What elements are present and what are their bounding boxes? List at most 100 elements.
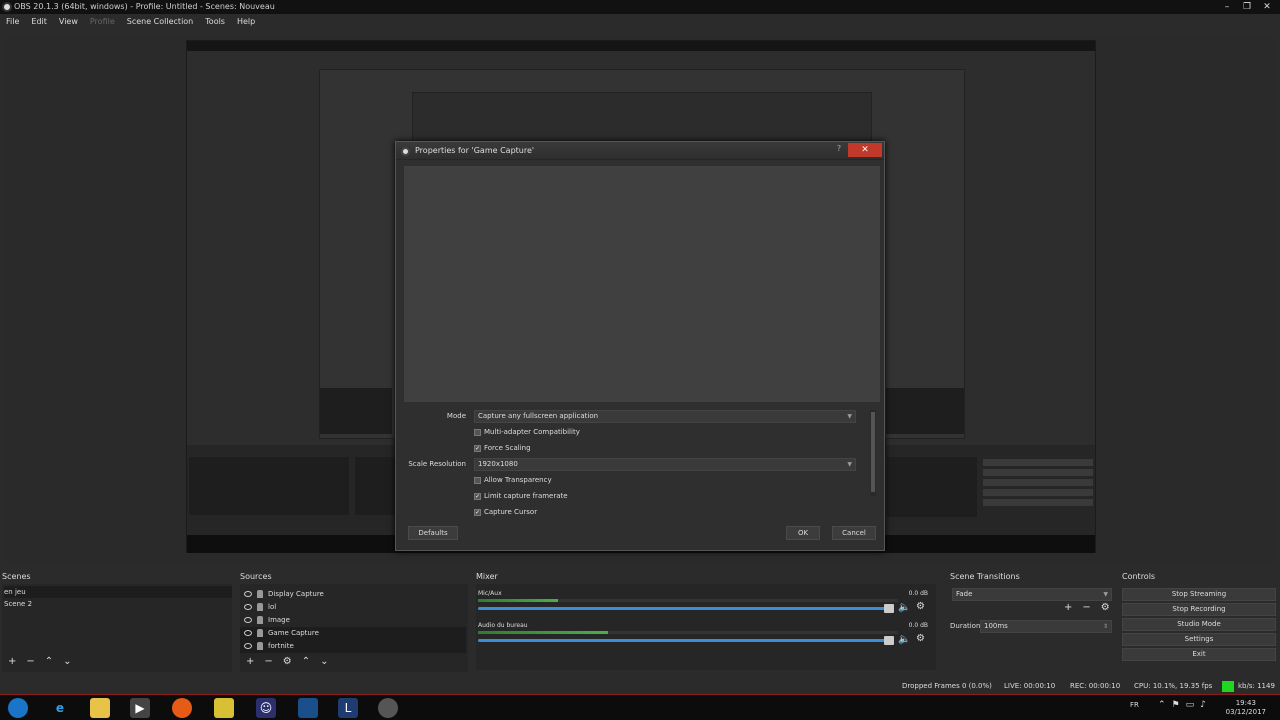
- maximize-button[interactable]: ❐: [1240, 0, 1254, 14]
- source-item-display-capture[interactable]: Display Capture: [240, 588, 466, 601]
- media-player-icon[interactable]: ▶: [130, 698, 150, 718]
- internet-explorer-icon[interactable]: e: [50, 698, 70, 718]
- menu-file[interactable]: File: [6, 14, 19, 30]
- discord-icon[interactable]: ☺: [256, 698, 276, 718]
- speaker-icon[interactable]: ♪: [1200, 700, 1206, 710]
- mode-label: Mode: [446, 412, 466, 420]
- move-down-icon[interactable]: ⌄: [320, 656, 328, 667]
- league-icon[interactable]: L: [338, 698, 358, 718]
- nested-title-bar: [187, 41, 1095, 51]
- exit-button[interactable]: Exit: [1122, 648, 1276, 661]
- firefox-icon[interactable]: [172, 698, 192, 718]
- properties-dialog: Properties for 'Game Capture' ? ✕ Mode C…: [395, 141, 885, 551]
- cpu-fps: CPU: 10.1%, 19.35 fps: [1134, 682, 1213, 690]
- gear-icon[interactable]: ⚙: [1101, 602, 1110, 613]
- capture-cursor-checkbox[interactable]: ✓ Capture Cursor: [474, 506, 537, 519]
- network-icon[interactable]: ▭: [1186, 700, 1195, 710]
- file-explorer-icon[interactable]: [90, 698, 110, 718]
- menu-tools[interactable]: Tools: [205, 14, 225, 30]
- source-item-image[interactable]: Image: [240, 614, 466, 627]
- menu-help[interactable]: Help: [237, 14, 255, 30]
- lock-icon[interactable]: [257, 629, 263, 637]
- ok-button[interactable]: OK: [786, 526, 820, 540]
- lock-icon[interactable]: [257, 616, 263, 624]
- eye-icon[interactable]: [244, 617, 252, 623]
- minimize-button[interactable]: –: [1220, 0, 1234, 14]
- transition-value: Fade: [956, 590, 973, 598]
- nested-btn-settings: [983, 489, 1093, 496]
- duration-spinbox[interactable]: 100ms ⇕: [980, 620, 1112, 633]
- move-up-icon[interactable]: ⌃: [302, 656, 310, 667]
- defaults-button[interactable]: Defaults: [408, 526, 458, 540]
- cancel-button[interactable]: Cancel: [832, 526, 876, 540]
- language-indicator[interactable]: FR: [1130, 701, 1139, 709]
- remove-icon[interactable]: −: [264, 656, 272, 667]
- nested-scenes-list: [189, 457, 349, 515]
- remove-icon[interactable]: −: [26, 656, 34, 667]
- source-item-lol[interactable]: lol: [240, 601, 466, 614]
- flag-icon[interactable]: ⚑: [1172, 700, 1180, 710]
- lock-icon[interactable]: [257, 642, 263, 650]
- close-button[interactable]: ✕: [1260, 0, 1274, 14]
- clock[interactable]: 19:43 03/12/2017: [1226, 699, 1266, 717]
- move-up-icon[interactable]: ⌃: [45, 656, 53, 667]
- chevron-up-icon[interactable]: ⌃: [1158, 700, 1166, 710]
- game-launcher-icon[interactable]: [298, 698, 318, 718]
- add-icon[interactable]: +: [246, 656, 254, 667]
- force-scaling-label: Force Scaling: [484, 444, 531, 452]
- nested-btn-stream: [983, 459, 1093, 466]
- gear-icon[interactable]: ⚙: [283, 656, 292, 667]
- lock-icon[interactable]: [257, 603, 263, 611]
- scene-item-en-jeu[interactable]: en jeu: [4, 586, 232, 598]
- windows-start-icon[interactable]: [8, 698, 28, 718]
- track-name: Mic/Aux: [478, 590, 502, 597]
- mode-select[interactable]: Capture any fullscreen application ▼: [474, 410, 856, 423]
- obs-logo-icon: [401, 147, 410, 156]
- eye-icon[interactable]: [244, 591, 252, 597]
- source-item-game-capture[interactable]: Game Capture: [240, 627, 466, 640]
- gear-icon[interactable]: ⚙: [916, 601, 925, 612]
- volume-slider-handle[interactable]: [884, 604, 894, 613]
- move-down-icon[interactable]: ⌄: [63, 656, 71, 667]
- lock-icon[interactable]: [257, 590, 263, 598]
- studio-mode-button[interactable]: Studio Mode: [1122, 618, 1276, 631]
- properties-scrollbar[interactable]: [870, 410, 876, 496]
- source-name: fortnite: [268, 642, 294, 650]
- menu-profile[interactable]: Profile: [90, 14, 115, 30]
- eye-icon[interactable]: [244, 630, 252, 636]
- scenes-toolbar: + − ⌃ ⌄: [8, 656, 72, 667]
- track-db: 0.0 dB: [908, 622, 928, 629]
- menu-view[interactable]: View: [59, 14, 78, 30]
- stop-recording-button[interactable]: Stop Recording: [1122, 603, 1276, 616]
- menu-scene-collection[interactable]: Scene Collection: [127, 14, 194, 30]
- limit-framerate-checkbox[interactable]: ✓ Limit capture framerate: [474, 490, 568, 503]
- eye-icon[interactable]: [244, 643, 252, 649]
- force-scaling-checkbox[interactable]: ✓ Force Scaling: [474, 442, 531, 455]
- menu-edit[interactable]: Edit: [31, 14, 47, 30]
- add-icon[interactable]: +: [1064, 602, 1072, 613]
- speaker-icon[interactable]: 🔈: [898, 602, 910, 613]
- add-icon[interactable]: +: [8, 656, 16, 667]
- source-name: Game Capture: [268, 629, 319, 637]
- eye-icon[interactable]: [244, 604, 252, 610]
- source-item-fortnite[interactable]: fortnite: [240, 640, 466, 653]
- folder-icon[interactable]: [214, 698, 234, 718]
- scale-resolution-select[interactable]: 1920x1080 ▼: [474, 458, 856, 471]
- volume-slider-handle[interactable]: [884, 636, 894, 645]
- checkbox-unchecked: [474, 429, 481, 436]
- allow-transparency-checkbox[interactable]: Allow Transparency: [474, 474, 552, 487]
- volume-slider[interactable]: [478, 607, 890, 610]
- help-button[interactable]: ?: [832, 144, 846, 156]
- dialog-close-button[interactable]: ✕: [848, 143, 882, 157]
- stop-streaming-button[interactable]: Stop Streaming: [1122, 588, 1276, 601]
- settings-button[interactable]: Settings: [1122, 633, 1276, 646]
- gear-icon[interactable]: ⚙: [916, 633, 925, 644]
- scene-item-scene-2[interactable]: Scene 2: [4, 598, 232, 610]
- remove-icon[interactable]: −: [1082, 602, 1090, 613]
- transition-select[interactable]: Fade ▼: [952, 588, 1112, 601]
- volume-slider[interactable]: [478, 639, 890, 642]
- multi-adapter-checkbox[interactable]: Multi-adapter Compatibility: [474, 426, 580, 439]
- obs-taskbar-icon[interactable]: [378, 698, 398, 718]
- bitrate: kb/s: 1149: [1238, 682, 1275, 690]
- speaker-icon[interactable]: 🔈: [898, 634, 910, 645]
